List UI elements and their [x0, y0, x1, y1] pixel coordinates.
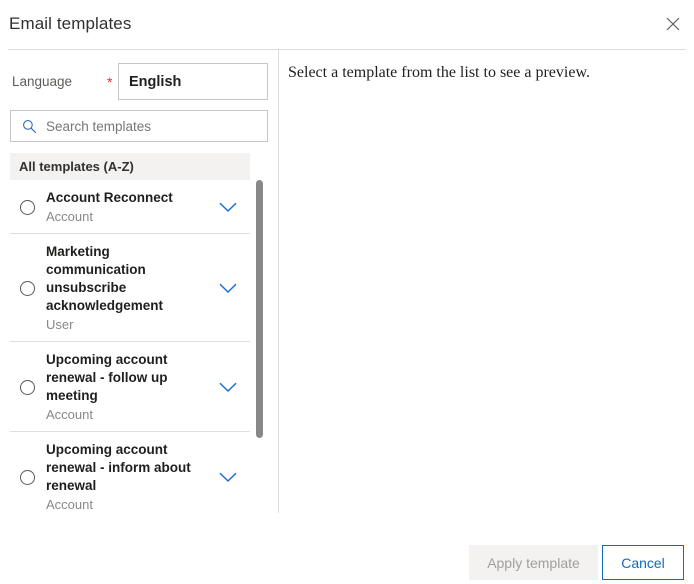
template-text-1: Marketing communication unsubscribe ackn… [46, 243, 212, 333]
template-text-3: Upcoming account renewal - inform about … [46, 441, 212, 513]
close-button[interactable] [660, 11, 686, 37]
dialog-header: Email templates [0, 0, 694, 49]
template-text-2: Upcoming account renewal - follow up mee… [46, 351, 212, 423]
language-value: English [129, 73, 182, 90]
cancel-button[interactable]: Cancel [602, 545, 684, 580]
close-icon [666, 17, 680, 31]
list-group-header: All templates (A-Z) [10, 153, 250, 180]
table-row[interactable]: Upcoming account renewal - inform about … [10, 432, 250, 513]
template-list-section: All templates (A-Z) Account Reconnect Acc… [10, 153, 268, 513]
language-field[interactable]: English [118, 63, 268, 100]
template-radio-3[interactable] [20, 469, 35, 485]
template-subtitle: Account [46, 209, 93, 224]
template-subtitle: Account [46, 497, 93, 512]
chevron-down-icon[interactable] [216, 379, 240, 395]
template-radio-2[interactable] [20, 379, 35, 395]
left-pane: Language * English All templates (A-Z) A… [0, 50, 278, 515]
template-radio-0[interactable] [20, 199, 35, 215]
chevron-down-icon[interactable] [216, 280, 240, 296]
language-row: Language * English [0, 63, 278, 101]
chevron-down-icon[interactable] [216, 199, 240, 215]
template-subtitle: Account [46, 407, 93, 422]
template-subtitle: User [46, 317, 74, 332]
template-radio-1[interactable] [20, 280, 35, 296]
table-row[interactable]: Marketing communication unsubscribe ackn… [10, 234, 250, 342]
template-title: Upcoming account renewal - inform about … [46, 442, 191, 493]
template-list[interactable]: Account Reconnect Account Marketing commun… [10, 180, 264, 513]
chevron-down-icon[interactable] [216, 469, 240, 485]
apply-template-button[interactable]: Apply template [469, 545, 598, 580]
search-box[interactable] [10, 110, 268, 142]
template-title: Account Reconnect [46, 190, 173, 205]
template-title: Marketing communication unsubscribe ackn… [46, 244, 164, 313]
language-label: Language [12, 74, 73, 89]
table-row[interactable]: Upcoming account renewal - follow up mee… [10, 342, 250, 432]
list-scrollbar-track[interactable] [256, 180, 264, 513]
list-group-header-label: All templates (A-Z) [19, 159, 134, 174]
dialog-footer: Apply template Cancel [0, 515, 694, 584]
required-asterisk: * [107, 74, 113, 90]
table-row[interactable]: Account Reconnect Account [10, 180, 250, 234]
template-title: Upcoming account renewal - follow up mee… [46, 352, 168, 403]
template-text-0: Account Reconnect Account [46, 189, 212, 225]
list-scrollbar-thumb[interactable] [256, 180, 263, 438]
page-title: Email templates [9, 14, 132, 33]
preview-pane: Select a template from the list to see a… [279, 50, 694, 515]
search-icon [21, 118, 37, 134]
search-input[interactable] [46, 118, 246, 134]
preview-placeholder-text: Select a template from the list to see a… [288, 64, 590, 81]
